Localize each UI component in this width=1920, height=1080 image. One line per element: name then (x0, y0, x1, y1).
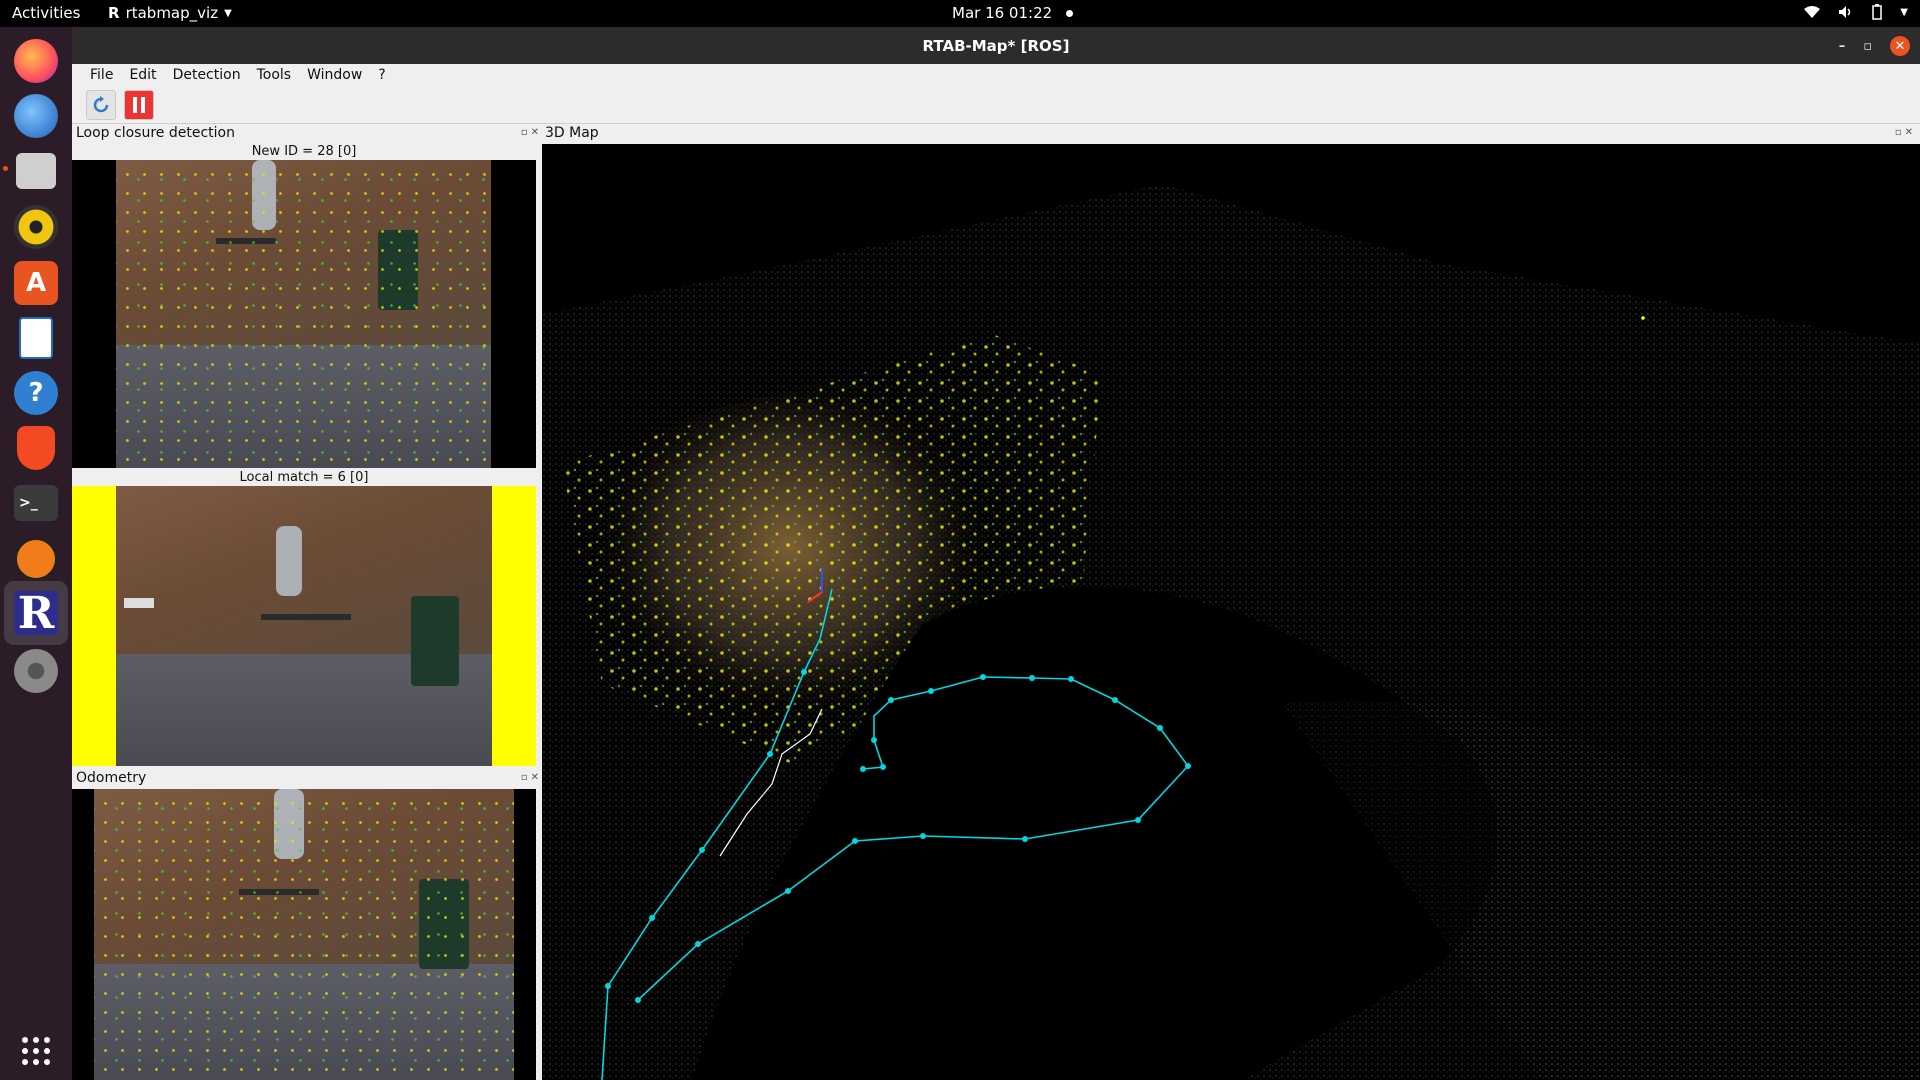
help-icon: ? (14, 371, 58, 415)
loop-closure-panel-header: Loop closure detection ▫✕ (76, 125, 546, 143)
rtabmap-window: RTAB-Map* [ROS] – ▫ ✕ File Edit Detectio… (72, 27, 1920, 1080)
software-center-icon: A (14, 261, 58, 305)
notification-dot (1066, 10, 1074, 17)
app-icon (14, 537, 58, 581)
terminal-icon: >_ (14, 485, 58, 521)
show-apps-icon (22, 1037, 50, 1065)
app-menu-label: rtabmap_viz (125, 4, 219, 22)
dock-thunderbird[interactable] (10, 90, 62, 142)
show-applications-button[interactable] (10, 1025, 62, 1077)
dock-app[interactable] (10, 533, 62, 585)
top-bar: Activities R rtabmap_viz ▼ Mar 16 01:22 … (0, 0, 1920, 27)
map-3d-view[interactable] (542, 144, 1920, 1080)
dock: A ? >_ R (0, 27, 72, 1080)
title-bar: RTAB-Map* [ROS] – ▫ ✕ (72, 27, 1920, 64)
system-tray[interactable]: ▼ (1804, 4, 1908, 20)
dock-brave[interactable] (10, 422, 62, 474)
menu-edit[interactable]: Edit (121, 67, 164, 83)
chevron-down-icon: ▼ (1900, 6, 1908, 18)
thunderbird-icon (14, 94, 58, 138)
dock-terminal[interactable]: >_ (10, 477, 62, 529)
app-menu[interactable]: R rtabmap_viz ▼ (108, 4, 232, 22)
writer-icon (19, 317, 53, 359)
panel-float-close-buttons[interactable]: ▫✕ (1895, 127, 1916, 138)
wifi-icon (1804, 6, 1821, 18)
battery-icon (1872, 4, 1883, 20)
new-id-caption: New ID = 28 [0] (251, 144, 357, 159)
brave-icon (17, 426, 55, 470)
volume-icon (1839, 6, 1851, 18)
firefox-icon (14, 39, 58, 83)
stray-feature-point (1641, 316, 1645, 320)
loop-closure-title: Loop closure detection (76, 125, 235, 141)
activities-button[interactable]: Activities (12, 4, 80, 22)
rtabmap-app-icon: R (108, 4, 120, 22)
match-highlight-right (492, 486, 536, 766)
panel-float-close-buttons[interactable]: ▫✕ (521, 772, 542, 783)
settings-icon (14, 649, 58, 693)
pause-button[interactable] (124, 89, 154, 120)
point-cloud-canvas (542, 144, 1920, 1080)
menu-tools[interactable]: Tools (249, 67, 300, 83)
clock-label: Mar 16 01:22 (952, 4, 1053, 22)
dock-firefox[interactable] (10, 35, 62, 87)
maximize-button[interactable]: ▫ (1863, 39, 1872, 54)
odometry-view[interactable] (72, 789, 536, 1080)
menu-detection[interactable]: Detection (165, 67, 249, 83)
new-camera-image (116, 160, 491, 468)
close-button[interactable]: ✕ (1890, 36, 1910, 56)
pause-icon (133, 96, 145, 113)
local-match-caption: Local match = 6 [0] (239, 470, 369, 485)
close-icon: ✕ (1894, 38, 1906, 54)
odometry-title: Odometry (76, 770, 147, 786)
map-panel-header: 3D Map ▫✕ (545, 125, 1920, 143)
rtabmap-icon: R (14, 588, 58, 639)
window-title: RTAB-Map* [ROS] (922, 36, 1070, 55)
odometry-camera-image (94, 789, 514, 1080)
menu-window[interactable]: Window (299, 67, 370, 83)
dock-rtabmap[interactable]: R (4, 581, 68, 645)
map-title: 3D Map (545, 125, 599, 141)
refresh-button[interactable] (86, 89, 116, 120)
local-match-camera-image (116, 486, 492, 766)
dock-writer[interactable] (10, 312, 62, 364)
match-highlight-left (72, 486, 116, 766)
chevron-down-icon: ▼ (224, 7, 232, 19)
menu-bar: File Edit Detection Tools Window ? (72, 64, 1920, 86)
dock-files[interactable] (10, 145, 62, 197)
clock[interactable]: Mar 16 01:22 (952, 4, 1074, 22)
menu-help[interactable]: ? (370, 67, 393, 83)
odometry-panel-header: Odometry ▫✕ (76, 770, 546, 788)
dock-rhythmbox[interactable] (10, 201, 62, 253)
refresh-icon (93, 95, 109, 112)
panel-float-close-buttons[interactable]: ▫✕ (521, 127, 542, 138)
minimize-button[interactable]: – (1839, 39, 1846, 54)
running-indicator (3, 166, 8, 171)
local-match-view[interactable] (72, 486, 536, 766)
dock-software[interactable]: A (10, 257, 62, 309)
dock-settings[interactable] (10, 645, 62, 697)
dock-help[interactable]: ? (10, 367, 62, 419)
menu-file[interactable]: File (82, 67, 121, 83)
toolbar (72, 86, 1920, 124)
files-icon (16, 153, 56, 189)
new-image-view[interactable] (72, 160, 536, 468)
rhythmbox-icon (14, 205, 58, 249)
